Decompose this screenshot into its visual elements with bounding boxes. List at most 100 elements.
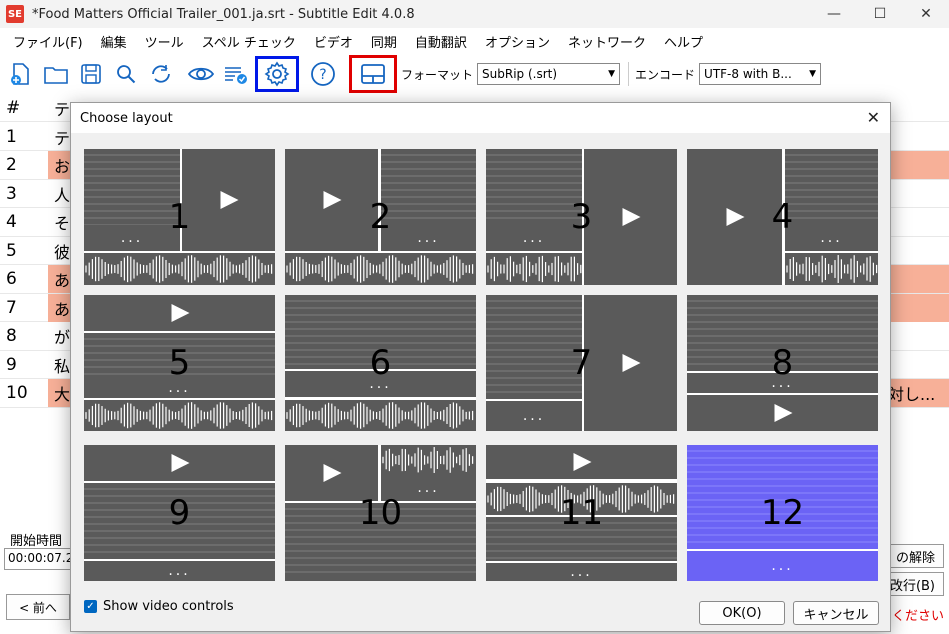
row-number: 6 <box>6 269 17 289</box>
save-icon[interactable] <box>77 60 105 88</box>
layout-tile-7[interactable]: ... 7 <box>486 295 677 431</box>
row-text-end <box>888 265 949 293</box>
layout-preview-9: ... <box>84 445 275 581</box>
close-button[interactable]: ✕ <box>903 0 949 28</box>
layout-tile-2[interactable]: ... 2 <box>285 149 476 285</box>
layout-tile-1[interactable]: ... 1 <box>84 149 275 285</box>
menu-help[interactable]: ヘルプ <box>655 32 712 51</box>
layout-tile-11[interactable]: ... 11 <box>486 445 677 581</box>
menu-sync[interactable]: 同期 <box>362 32 406 51</box>
show-video-controls-checkbox[interactable]: ✓ Show video controls <box>84 599 234 614</box>
layout-tile-12[interactable]: ... 12 <box>687 445 878 581</box>
row-text-end: 対し... <box>888 379 949 407</box>
format-dropdown[interactable]: SubRip (.srt) ▼ <box>477 63 621 85</box>
minimize-button[interactable]: — <box>811 0 857 28</box>
layout-preview-11: ... <box>486 445 677 581</box>
layout-preview-7: ... <box>486 295 677 431</box>
start-time-label: 開始時間 <box>10 534 63 549</box>
settings-gear-icon[interactable] <box>255 56 299 92</box>
svg-text:...: ... <box>523 408 545 424</box>
replace-icon[interactable] <box>147 60 175 88</box>
svg-text:...: ... <box>570 564 592 580</box>
layout-preview-1: ... <box>84 149 275 285</box>
svg-text:...: ... <box>369 376 391 392</box>
title-bar: SE *Food Matters Official Trailer_001.ja… <box>0 0 949 28</box>
svg-text:?: ? <box>319 67 326 83</box>
layout-tile-9[interactable]: ... 9 <box>84 445 275 581</box>
layout-preview-5: ... <box>84 295 275 431</box>
svg-text:...: ... <box>523 230 545 246</box>
toolbar: ? フォーマット SubRip (.srt) ▼ エンコード UTF-8 wit… <box>0 55 949 93</box>
layout-preview-10: ... <box>285 445 476 581</box>
layout-tile-10[interactable]: ... 10 <box>285 445 476 581</box>
start-time-input[interactable]: 00:00:07.2 <box>4 548 74 570</box>
visual-sync-eye-icon[interactable] <box>187 60 215 88</box>
row-number: 3 <box>6 183 17 204</box>
layout-tile-6[interactable]: ... 6 <box>285 295 476 431</box>
window-title: *Food Matters Official Trailer_001.ja.sr… <box>32 6 415 22</box>
layout-icon[interactable] <box>349 55 397 93</box>
menu-auto-translate[interactable]: 自動翻訳 <box>406 32 476 51</box>
ok-button[interactable]: OK(O) <box>699 601 785 625</box>
row-number: 1 <box>6 126 17 147</box>
row-number: 4 <box>6 212 17 232</box>
encoding-dropdown[interactable]: UTF-8 with B... ▼ <box>699 63 822 85</box>
svg-text:...: ... <box>771 375 793 391</box>
choose-layout-dialog: Choose layout ✕ ... 1... 2... 3... 4 ... 5... 6… <box>70 102 891 632</box>
toolbar-divider <box>628 62 630 86</box>
dialog-title: Choose layout <box>80 110 173 126</box>
layout-preview-6: ... <box>285 295 476 431</box>
row-text-end <box>888 151 949 179</box>
chevron-down-icon: ▼ <box>809 69 817 79</box>
open-folder-icon[interactable] <box>42 60 70 88</box>
app-icon: SE <box>6 5 24 23</box>
row-number: 2 <box>6 155 17 175</box>
layout-tile-3[interactable]: ... 3 <box>486 149 677 285</box>
menu-spellcheck[interactable]: スペル チェック <box>193 32 305 51</box>
column-header-number: # <box>6 97 21 118</box>
menu-bar: ファイル(F) 編集 ツール スペル チェック ビデオ 同期 自動翻訳 オプショ… <box>0 28 949 54</box>
menu-options[interactable]: オプション <box>476 32 559 51</box>
help-icon[interactable]: ? <box>309 60 337 88</box>
row-number: 10 <box>6 383 28 403</box>
row-number: 7 <box>6 297 17 318</box>
spell-check-icon[interactable] <box>222 60 250 88</box>
search-icon[interactable] <box>112 60 140 88</box>
layout-tile-4[interactable]: ... 4 <box>687 149 878 285</box>
menu-file[interactable]: ファイル(F) <box>4 32 92 51</box>
close-icon[interactable]: ✕ <box>867 108 880 127</box>
row-number: 8 <box>6 326 17 346</box>
encoding-label: エンコード <box>635 67 696 82</box>
layout-tile-8[interactable]: ... 8 <box>687 295 878 431</box>
cancel-button[interactable]: キャンセル <box>793 601 879 625</box>
new-file-icon[interactable] <box>7 60 35 88</box>
menu-network[interactable]: ネットワーク <box>559 32 655 51</box>
maximize-button[interactable]: ☐ <box>857 0 903 28</box>
show-video-controls-label: Show video controls <box>103 599 234 614</box>
svg-text:...: ... <box>417 230 439 246</box>
encoding-value: UTF-8 with B... <box>704 67 792 81</box>
layout-preview-12: ... <box>687 445 878 581</box>
row-number: 5 <box>6 240 17 261</box>
chevron-down-icon: ▼ <box>608 69 616 79</box>
menu-video[interactable]: ビデオ <box>305 32 362 51</box>
svg-text:...: ... <box>820 230 842 246</box>
menu-edit[interactable]: 編集 <box>92 32 136 51</box>
svg-text:...: ... <box>121 230 143 246</box>
layout-tile-5[interactable]: ... 5 <box>84 295 275 431</box>
format-value: SubRip (.srt) <box>482 67 558 81</box>
prev-button[interactable]: < 前へ <box>6 594 70 620</box>
row-number: 9 <box>6 354 17 375</box>
dialog-title-bar: Choose layout ✕ <box>71 103 890 133</box>
svg-text:...: ... <box>168 563 190 579</box>
row-text-end <box>888 293 949 322</box>
layout-preview-2: ... <box>285 149 476 285</box>
layout-preview-8: ... <box>687 295 878 431</box>
checkmark-icon: ✓ <box>84 600 97 613</box>
format-label: フォーマット <box>401 67 474 82</box>
layout-preview-3: ... <box>486 149 677 285</box>
svg-text:...: ... <box>168 380 190 396</box>
layout-preview-4: ... <box>687 149 878 285</box>
menu-tools[interactable]: ツール <box>136 32 193 51</box>
svg-text:...: ... <box>771 558 793 574</box>
